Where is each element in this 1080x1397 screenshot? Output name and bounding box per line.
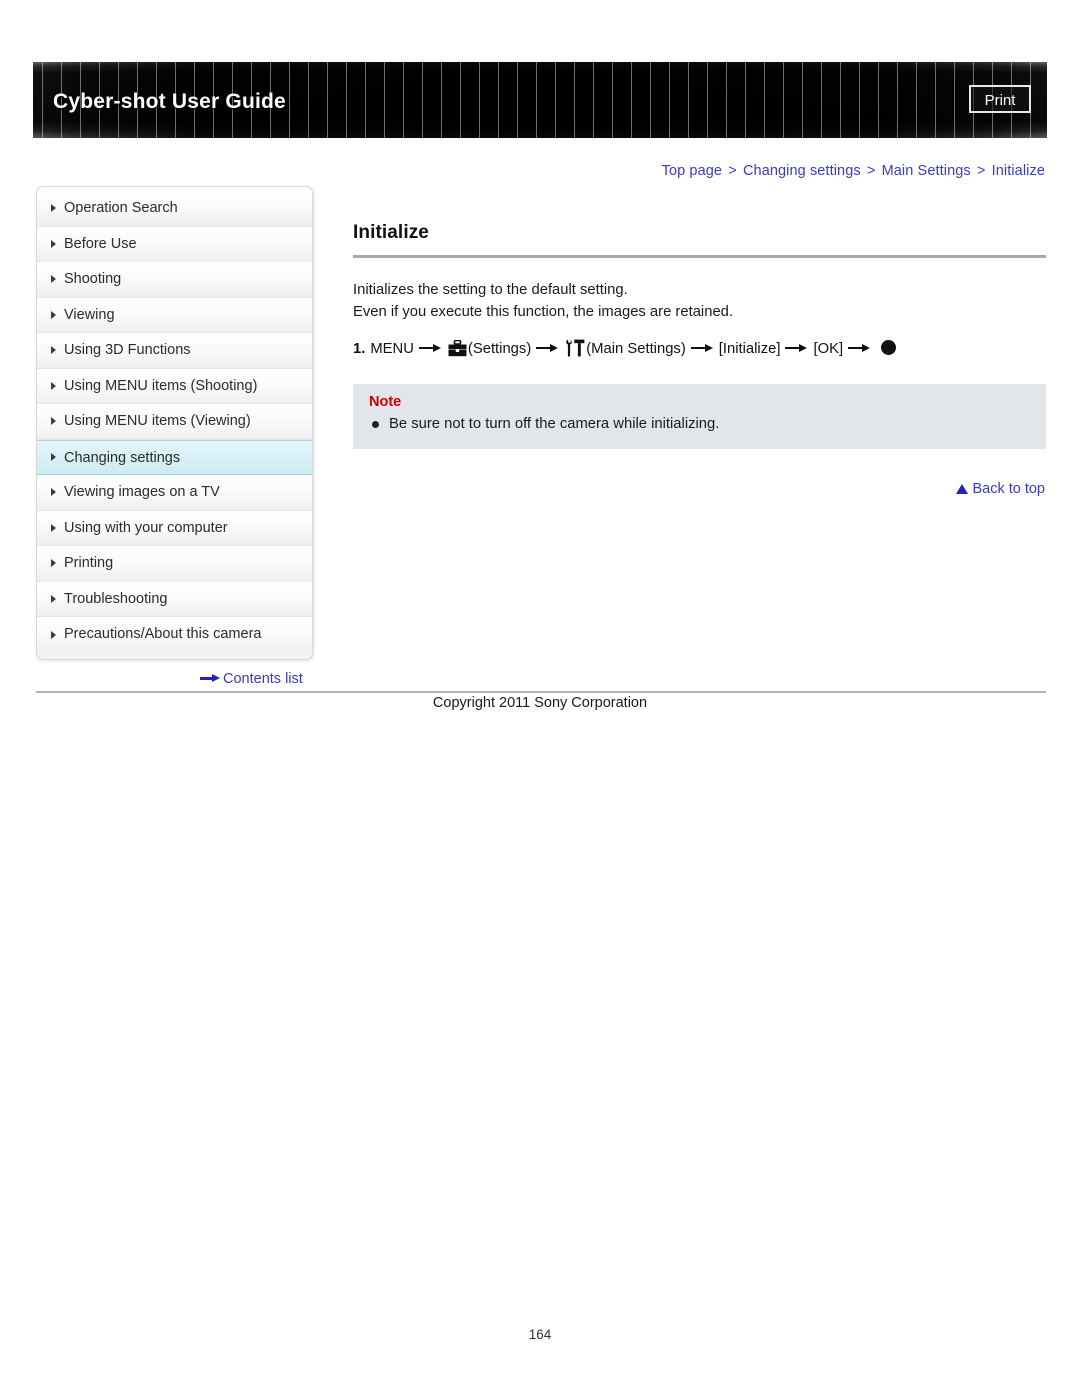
sidebar-item-using-3d-functions[interactable]: Using 3D Functions: [37, 333, 312, 369]
step-menu-label: MENU: [370, 341, 414, 357]
breadcrumb-item-top-page[interactable]: Top page: [662, 163, 722, 179]
sidebar-item-changing-settings[interactable]: Changing settings: [37, 439, 312, 475]
arrow-right-icon: [418, 343, 442, 353]
arrow-right-icon: [536, 343, 559, 353]
sidebar-item-using-menu-items-viewing[interactable]: Using MENU items (Viewing): [37, 404, 312, 440]
note-item-text: Be sure not to turn off the camera while…: [389, 416, 720, 432]
print-button[interactable]: Print: [969, 85, 1031, 113]
triangle-right-icon: [51, 346, 56, 355]
breadcrumb-item-changing-settings[interactable]: Changing settings: [743, 163, 861, 179]
bullet-icon: [372, 421, 379, 428]
triangle-right-icon: [51, 630, 56, 639]
arrow-right-icon: [200, 673, 220, 683]
triangle-right-icon: [51, 488, 56, 497]
main-content: Initialize Initializes the setting to th…: [353, 222, 1046, 449]
sidebar-item-precautions-about-this-camera[interactable]: Precautions/About this camera: [37, 617, 312, 653]
sidebar-item-before-use[interactable]: Before Use: [37, 226, 312, 262]
breadcrumb-separator: >: [728, 163, 737, 179]
sidebar-item-label: Troubleshooting: [64, 590, 168, 607]
header-banner: Cyber-shot User Guide Print: [33, 62, 1047, 138]
triangle-right-icon: [51, 594, 56, 603]
breadcrumb-separator: >: [866, 163, 876, 179]
contents-list-label: Contents list: [223, 671, 303, 687]
procedure-step-1: 1. MENU (Settings) (Main Settings) [Initiali…: [353, 337, 1046, 365]
page-title: Initialize: [353, 222, 429, 243]
sidebar-item-label: Operation Search: [64, 200, 178, 216]
sidebar-item-label: Printing: [64, 555, 114, 571]
arrow-right-icon: [848, 343, 871, 353]
toolbox-icon: [448, 339, 467, 365]
sidebar-item-viewing[interactable]: Viewing: [37, 297, 312, 333]
footer-divider: [36, 691, 1046, 693]
page-header-title: Cyber-shot User Guide: [53, 90, 286, 113]
description-line-1: Initializes the setting to the default s…: [353, 282, 628, 298]
triangle-right-icon: [51, 559, 56, 568]
description-line-2: Even if you execute this function, the i…: [353, 304, 734, 320]
back-to-top-label: Back to top: [972, 481, 1045, 497]
filled-circle-icon: [881, 340, 897, 355]
sidebar-item-label: Before Use: [64, 235, 137, 252]
contents-list-link[interactable]: Contents list: [200, 671, 303, 687]
triangle-right-icon: [51, 239, 56, 248]
step-initialize-label: [Initialize]: [718, 341, 781, 357]
arrow-right-icon: [690, 343, 714, 353]
sidebar-item-shooting[interactable]: Shooting: [37, 262, 312, 298]
step-settings-label: (Settings): [467, 341, 532, 357]
sidebar-item-operation-search[interactable]: Operation Search: [37, 191, 312, 227]
sidebar-item-label: Using MENU items (Shooting): [64, 377, 258, 394]
triangle-right-icon: [51, 275, 56, 284]
copyright-text: Copyright 2011 Sony Corporation: [432, 695, 648, 711]
step-number: 1.: [353, 341, 366, 357]
sidebar-item-using-with-your-computer[interactable]: Using with your computer: [37, 510, 312, 546]
page-number: 164: [528, 1327, 552, 1342]
breadcrumb: Top page > Changing settings > Main Sett…: [662, 163, 1045, 179]
note-title: Note: [369, 394, 402, 410]
triangle-right-icon: [51, 381, 56, 390]
arrow-right-icon: [785, 343, 808, 353]
sidebar-item-label: Shooting: [64, 271, 122, 287]
title-divider: [353, 255, 1046, 258]
triangle-up-icon: [956, 484, 969, 494]
step-main-settings-label: (Main Settings): [586, 341, 686, 357]
note-box: Note Be sure not to turn off the camera …: [353, 384, 1046, 449]
wrench-hammer-icon: [565, 339, 585, 365]
breadcrumb-separator: >: [976, 163, 986, 179]
sidebar-item-label: Changing settings: [64, 449, 181, 466]
sidebar-item-using-menu-items-shooting[interactable]: Using MENU items (Shooting): [37, 368, 312, 404]
sidebar-navigation: Operation Search Before Use Shooting Vie…: [36, 186, 313, 660]
triangle-right-icon: [51, 523, 56, 532]
sidebar-item-printing[interactable]: Printing: [37, 546, 312, 582]
sidebar-item-troubleshooting[interactable]: Troubleshooting: [37, 581, 312, 617]
sidebar-item-label: Viewing: [64, 306, 115, 323]
triangle-right-icon: [51, 310, 56, 319]
triangle-right-icon: [51, 453, 56, 462]
sidebar-item-label: Using 3D Functions: [64, 342, 191, 358]
sidebar-item-viewing-images-on-a-tv[interactable]: Viewing images on a TV: [37, 475, 312, 511]
sidebar-item-label: Precautions/About this camera: [64, 626, 262, 642]
sidebar-item-label: Using with your computer: [64, 519, 228, 536]
sidebar-item-label: Viewing images on a TV: [64, 484, 220, 500]
triangle-right-icon: [51, 204, 56, 213]
note-list-item: Be sure not to turn off the camera while…: [353, 414, 1046, 435]
triangle-right-icon: [51, 417, 56, 426]
sidebar-item-label: Using MENU items (Viewing): [64, 413, 251, 429]
breadcrumb-item-initialize[interactable]: Initialize: [992, 163, 1045, 179]
back-to-top-link[interactable]: Back to top: [956, 481, 1045, 497]
breadcrumb-item-main-settings[interactable]: Main Settings: [882, 163, 971, 179]
step-ok-label: [OK]: [813, 341, 844, 357]
